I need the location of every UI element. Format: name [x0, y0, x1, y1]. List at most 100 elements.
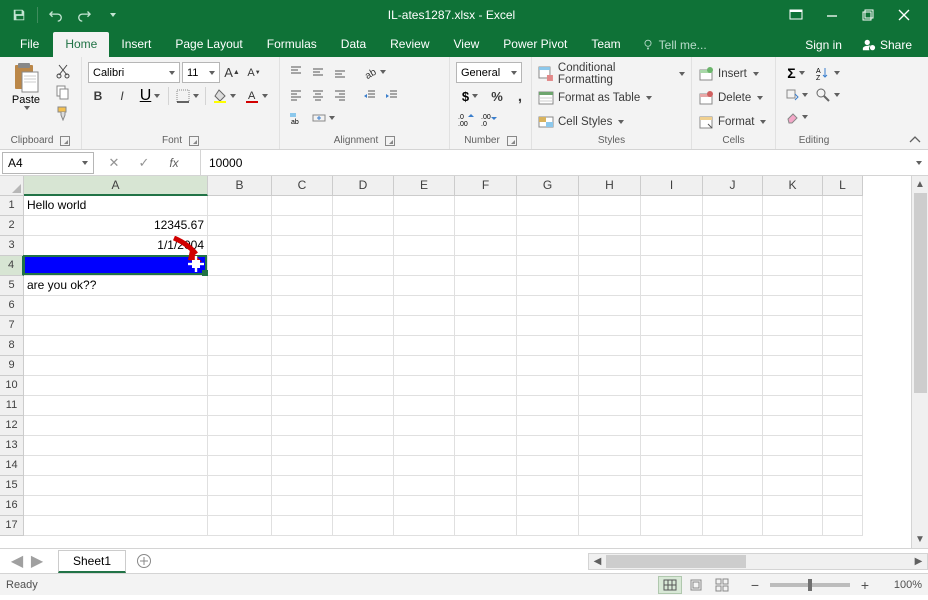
cell[interactable] [455, 436, 517, 456]
select-all-button[interactable] [0, 176, 24, 196]
cell[interactable] [333, 216, 394, 236]
cell[interactable]: 12345.67 [24, 216, 208, 236]
font-color-button[interactable]: A [242, 86, 270, 106]
tab-view[interactable]: View [442, 32, 492, 57]
increase-font-size-button[interactable]: A▲ [222, 63, 242, 83]
align-right-button[interactable] [330, 85, 350, 105]
number-dialog-launcher[interactable] [507, 136, 517, 146]
cell[interactable] [455, 216, 517, 236]
cell[interactable] [394, 396, 455, 416]
cut-button[interactable] [53, 62, 73, 80]
cell[interactable] [394, 416, 455, 436]
column-header[interactable]: K [763, 176, 823, 196]
cell[interactable] [272, 376, 333, 396]
cell[interactable] [763, 316, 823, 336]
increase-decimal-button[interactable]: .0.00 [456, 109, 476, 129]
vertical-scrollbar[interactable]: ▲ ▼ [911, 176, 928, 548]
cell[interactable] [763, 516, 823, 536]
cell[interactable] [455, 476, 517, 496]
cell[interactable] [763, 396, 823, 416]
cell[interactable] [703, 416, 763, 436]
align-middle-button[interactable] [308, 62, 328, 82]
cell[interactable] [208, 416, 272, 436]
row-header[interactable]: 7 [0, 316, 24, 336]
cell[interactable] [517, 456, 579, 476]
cell[interactable] [641, 316, 703, 336]
name-box[interactable]: A4 [2, 152, 94, 174]
cell[interactable] [579, 316, 641, 336]
tab-formulas[interactable]: Formulas [255, 32, 329, 57]
cell[interactable] [333, 396, 394, 416]
page-layout-view-button[interactable] [684, 576, 708, 594]
cell[interactable] [517, 256, 579, 276]
scroll-right-button[interactable]: ▶ [910, 554, 927, 569]
fill-color-button[interactable] [210, 86, 238, 106]
horizontal-scrollbar[interactable]: ◀ ▶ [588, 553, 928, 570]
cell[interactable] [763, 376, 823, 396]
paste-button[interactable]: Paste [6, 60, 46, 112]
cell[interactable] [272, 276, 333, 296]
italic-button[interactable]: I [112, 86, 132, 106]
row-header[interactable]: 1 [0, 196, 24, 216]
insert-cells-button[interactable]: Insert [698, 63, 766, 85]
cell[interactable] [763, 416, 823, 436]
cell[interactable] [272, 416, 333, 436]
cell[interactable] [763, 276, 823, 296]
row-header[interactable]: 9 [0, 356, 24, 376]
cell[interactable] [763, 236, 823, 256]
cell[interactable] [703, 516, 763, 536]
align-center-button[interactable] [308, 85, 328, 105]
cell[interactable] [703, 296, 763, 316]
cell[interactable] [455, 516, 517, 536]
cell[interactable] [394, 376, 455, 396]
tell-me-search[interactable]: Tell me... [633, 33, 715, 57]
cell[interactable] [517, 476, 579, 496]
cell[interactable] [272, 316, 333, 336]
expand-formula-bar-button[interactable] [908, 153, 928, 173]
comma-format-button[interactable]: , [510, 86, 530, 106]
number-format-selector[interactable]: General [456, 62, 522, 83]
zoom-in-button[interactable]: + [856, 576, 874, 594]
sort-filter-button[interactable]: AZ [813, 63, 841, 83]
cell[interactable] [517, 196, 579, 216]
cell[interactable] [517, 216, 579, 236]
cell[interactable] [208, 516, 272, 536]
cell[interactable] [579, 336, 641, 356]
cell[interactable] [333, 496, 394, 516]
autosum-button[interactable]: Σ [782, 63, 810, 83]
cell[interactable] [579, 376, 641, 396]
cell[interactable] [641, 416, 703, 436]
cell[interactable] [333, 476, 394, 496]
cell[interactable] [394, 316, 455, 336]
alignment-dialog-launcher[interactable] [385, 136, 395, 146]
cell[interactable] [272, 356, 333, 376]
cell[interactable] [579, 276, 641, 296]
decrease-decimal-button[interactable]: .00.0 [479, 109, 499, 129]
merge-center-button[interactable] [309, 108, 338, 128]
scroll-left-button[interactable]: ◀ [589, 554, 606, 569]
tab-insert[interactable]: Insert [109, 32, 163, 57]
cell[interactable] [208, 236, 272, 256]
tab-power-pivot[interactable]: Power Pivot [491, 32, 579, 57]
cell[interactable] [517, 336, 579, 356]
cell[interactable] [703, 496, 763, 516]
vertical-scroll-thumb[interactable] [914, 193, 927, 393]
cell[interactable] [703, 456, 763, 476]
decrease-indent-button[interactable] [360, 85, 380, 105]
cell[interactable] [579, 436, 641, 456]
page-break-view-button[interactable] [710, 576, 734, 594]
cell[interactable] [24, 416, 208, 436]
cell[interactable] [333, 516, 394, 536]
column-header[interactable]: A [24, 176, 208, 196]
format-as-table-button[interactable]: Format as Table [538, 87, 685, 109]
row-header[interactable]: 17 [0, 516, 24, 536]
align-left-button[interactable] [286, 85, 306, 105]
cell[interactable] [517, 496, 579, 516]
cell[interactable] [763, 456, 823, 476]
cell[interactable] [24, 256, 208, 276]
cell[interactable] [641, 196, 703, 216]
new-sheet-button[interactable] [132, 550, 156, 572]
cell[interactable] [208, 296, 272, 316]
cell[interactable] [823, 456, 863, 476]
cell[interactable] [208, 396, 272, 416]
